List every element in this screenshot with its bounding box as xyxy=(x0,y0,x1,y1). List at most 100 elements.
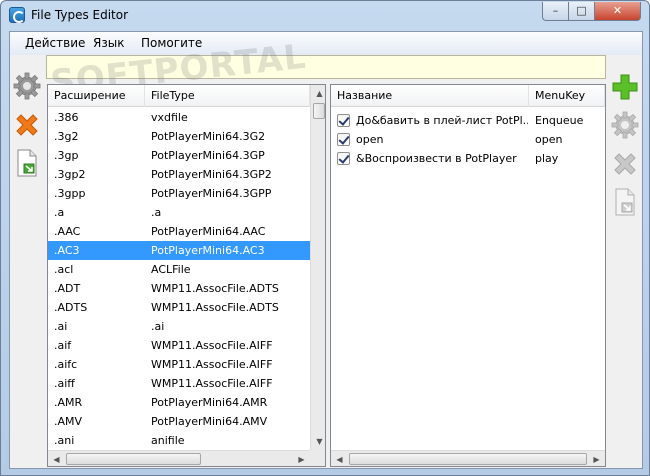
table-row[interactable]: .ADT WMP11.AssocFile.ADTS xyxy=(48,279,310,298)
extension-cell: .aif xyxy=(54,339,72,352)
add-button[interactable] xyxy=(610,72,640,102)
table-row[interactable]: .ADTS WMP11.AssocFile.ADTS xyxy=(48,298,310,317)
table-row[interactable]: .AMV PotPlayerMini64.AMV xyxy=(48,412,310,431)
menukey-cell: Enqueue xyxy=(535,114,584,127)
table-row[interactable]: .3g2 PotPlayerMini64.3G2 xyxy=(48,127,310,146)
table-row[interactable]: .AMR PotPlayerMini64.AMR xyxy=(48,393,310,412)
table-row[interactable]: .acl ACLFile xyxy=(48,260,310,279)
filetype-cell: PotPlayerMini64.AC3 xyxy=(151,244,265,257)
menu-action[interactable]: Действие xyxy=(25,36,85,50)
filetype-cell: .a xyxy=(151,206,162,219)
settings-button[interactable] xyxy=(12,71,42,101)
export-file-icon xyxy=(615,188,635,216)
column-header-name[interactable]: Название xyxy=(331,85,529,107)
table-row[interactable]: .AC3 PotPlayerMini64.AC3 xyxy=(48,241,310,260)
command-name-cell: open xyxy=(356,133,384,146)
add-plus-icon xyxy=(612,74,638,100)
enabled-checkbox[interactable] xyxy=(337,114,350,127)
delete-x-icon xyxy=(614,153,636,175)
hscroll-thumb[interactable] xyxy=(349,453,587,465)
table-row[interactable]: .aif WMP11.AssocFile.AIFF xyxy=(48,336,310,355)
scroll-left-arrow-icon[interactable]: ◀ xyxy=(331,451,348,466)
filetype-cell: vxdfile xyxy=(151,111,188,124)
export-button[interactable] xyxy=(12,148,42,178)
extension-cell: .386 xyxy=(54,111,79,124)
menu-commands-list[interactable]: Название MenuKey До&бавить в плей-лист P… xyxy=(330,84,606,467)
scroll-right-arrow-icon[interactable]: ▶ xyxy=(588,451,605,466)
extension-cell: .AAC xyxy=(54,225,81,238)
column-header-extension[interactable]: Расширение xyxy=(48,85,145,107)
scroll-up-arrow-icon[interactable]: ▲ xyxy=(311,85,325,102)
filetype-cell: anifile xyxy=(151,434,185,447)
list-item[interactable]: &Воспроизвести в PotPlayer play xyxy=(331,149,605,168)
menu-language[interactable]: Язык xyxy=(93,36,124,50)
maximize-button[interactable]: □ xyxy=(568,2,595,21)
filetype-cell: WMP11.AssocFile.AIFF xyxy=(151,358,273,371)
extensions-vscroll[interactable]: ▲ ▼ xyxy=(310,85,325,450)
table-row[interactable]: .AAC PotPlayerMini64.AAC xyxy=(48,222,310,241)
app-icon xyxy=(9,7,25,23)
app-window: File Types Editor – □ ✕ Действие Язык По… xyxy=(0,0,650,476)
scroll-thumb[interactable] xyxy=(313,103,325,119)
table-row[interactable]: .aiff WMP11.AssocFile.AIFF xyxy=(48,374,310,393)
scroll-left-arrow-icon[interactable]: ◀ xyxy=(48,451,65,466)
list-item[interactable]: До&бавить в плей-лист PotPl... Enqueue xyxy=(331,111,605,130)
close-button[interactable]: ✕ xyxy=(594,2,641,21)
filetype-cell: PotPlayerMini64.AMR xyxy=(151,396,268,409)
extension-cell: .ai xyxy=(54,320,68,333)
table-row[interactable]: .aifc WMP11.AssocFile.AIFF xyxy=(48,355,310,374)
extension-cell: .AC3 xyxy=(54,244,80,257)
filetype-cell: ACLFile xyxy=(151,263,191,276)
menu-bar: Действие Язык Помогите xyxy=(10,32,642,55)
export-file-icon xyxy=(17,149,37,177)
table-row[interactable]: .ai .ai xyxy=(48,317,310,336)
filetype-cell: .ai xyxy=(151,320,165,333)
menu-help[interactable]: Помогите xyxy=(141,36,202,50)
extension-cell: .3gpp xyxy=(54,187,86,200)
list-item[interactable]: open open xyxy=(331,130,605,149)
table-row[interactable]: .3gp2 PotPlayerMini64.3GP2 xyxy=(48,165,310,184)
filetype-cell: WMP11.AssocFile.AIFF xyxy=(151,339,273,352)
client-area: Действие Язык Помогите SOFTPORTAL Расшир… xyxy=(9,31,643,469)
gear-icon xyxy=(13,72,41,100)
filetype-cell: PotPlayerMini64.3GP2 xyxy=(151,168,272,181)
table-row[interactable]: .386 vxdfile xyxy=(48,108,310,127)
gear-icon xyxy=(611,111,639,139)
extension-cell: .ADTS xyxy=(54,301,88,314)
extension-cell: .3gp2 xyxy=(54,168,86,181)
enabled-checkbox[interactable] xyxy=(337,152,350,165)
extension-cell: .3gp xyxy=(54,149,79,162)
scroll-right-arrow-icon[interactable]: ▶ xyxy=(293,451,310,466)
table-row[interactable]: .a .a xyxy=(48,203,310,222)
column-header-menukey[interactable]: MenuKey xyxy=(529,85,605,107)
extensions-hscroll[interactable]: ◀ ▶ xyxy=(48,450,310,466)
delete-button[interactable] xyxy=(12,110,42,140)
commands-header: Название MenuKey xyxy=(331,85,605,107)
filetype-cell: WMP11.AssocFile.ADTS xyxy=(151,282,279,295)
command-export-button[interactable] xyxy=(610,187,640,217)
column-header-filetype[interactable]: FileType xyxy=(145,85,310,107)
menukey-cell: play xyxy=(535,152,559,165)
enabled-checkbox[interactable] xyxy=(337,133,350,146)
extension-cell: .ani xyxy=(54,434,75,447)
commands-hscroll[interactable]: ◀ ▶ xyxy=(331,450,605,466)
filetype-cell: PotPlayerMini64.3GP xyxy=(151,149,265,162)
minimize-button[interactable]: – xyxy=(542,2,569,21)
extensions-list[interactable]: Расширение FileType .386 vxdfile .3g2 PotPl… xyxy=(47,84,326,467)
command-name-cell: До&бавить в плей-лист PotPl... xyxy=(356,114,528,127)
table-row[interactable]: .3gp PotPlayerMini64.3GP xyxy=(48,146,310,165)
hscroll-thumb[interactable] xyxy=(66,453,201,465)
command-settings-button[interactable] xyxy=(610,110,640,140)
title-bar[interactable]: File Types Editor – □ ✕ xyxy=(1,1,649,30)
command-delete-button[interactable] xyxy=(610,149,640,179)
scroll-down-arrow-icon[interactable]: ▼ xyxy=(311,433,325,450)
extension-cell: .aifc xyxy=(54,358,78,371)
table-row[interactable]: .ani anifile xyxy=(48,431,310,450)
command-name-cell: &Воспроизвести в PotPlayer xyxy=(356,152,517,165)
filetype-cell: PotPlayerMini64.AMV xyxy=(151,415,268,428)
table-row[interactable]: .3gpp PotPlayerMini64.3GPP xyxy=(48,184,310,203)
extension-cell: .ADT xyxy=(54,282,81,295)
delete-x-icon xyxy=(16,114,38,136)
extension-cell: .a xyxy=(54,206,65,219)
scroll-corner xyxy=(310,450,325,466)
